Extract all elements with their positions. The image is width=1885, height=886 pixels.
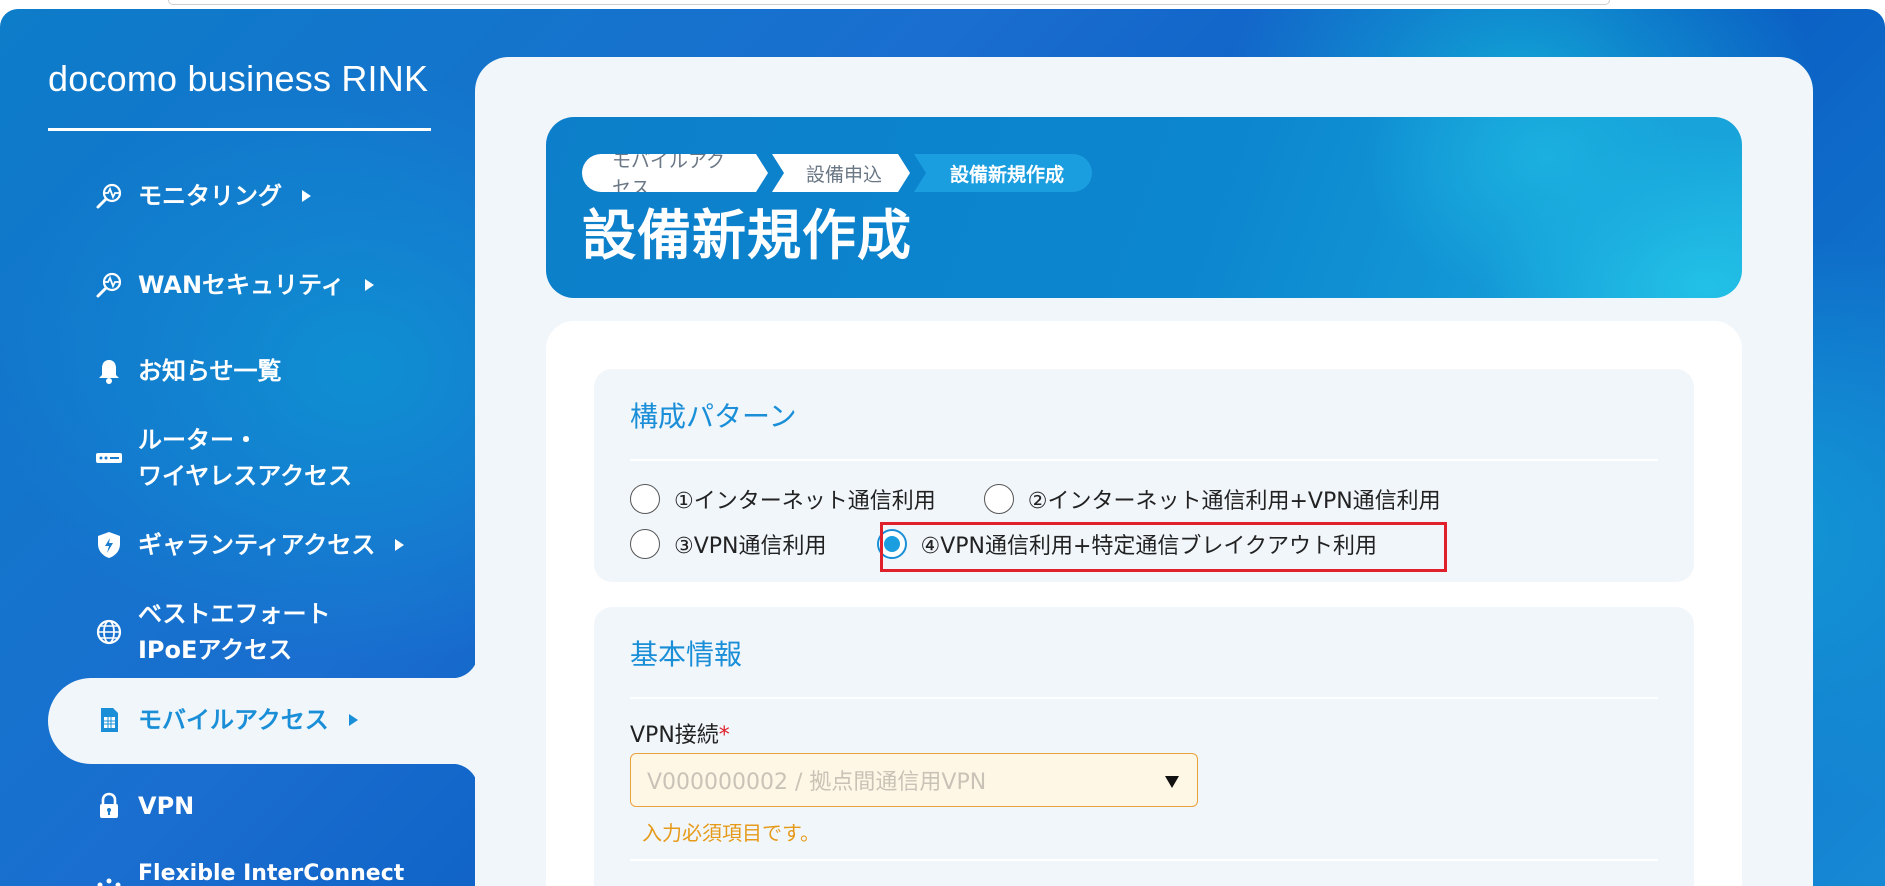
breadcrumb-current: 設備新規作成 — [914, 154, 1092, 192]
breadcrumb-label: 設備申込 — [805, 163, 882, 186]
sidebar-item-label: Flexible InterConnect — [138, 861, 405, 886]
sidebar-item-label-group: ベストエフォート IPoEアクセス — [138, 596, 330, 668]
sidebar-item-label: ベストエフォート — [138, 600, 331, 628]
vpn-connection-select[interactable]: V000000002 / 拠点間通信用VPN — [630, 753, 1198, 807]
error-message: 入力必須項目です。 — [642, 821, 820, 845]
sidebar-item-label: ギャランティアクセス — [138, 531, 376, 559]
sidebar-item-wan-security[interactable]: WANセキュリティ — [94, 267, 374, 303]
breadcrumb-label: モバイルアクセス — [612, 150, 726, 199]
radio-button[interactable] — [983, 484, 1014, 514]
radio-internet-vpn[interactable]: ②インターネット通信利用+VPN通信利用 — [983, 483, 1441, 515]
breadcrumb: モバイルアクセス 設備申込 設備新規作成 — [582, 154, 1092, 192]
basic-info-section: 基本情報 VPN接続* V000000002 / 拠点間通信用VPN 入力必須項… — [594, 607, 1694, 886]
address-bar-edge — [168, 0, 1610, 5]
caret-right-icon — [364, 279, 374, 291]
dots-icon — [94, 859, 124, 886]
sidebar-item-notices[interactable]: お知らせ一覧 — [94, 353, 282, 389]
sim-card-icon — [94, 705, 124, 735]
browser-top-strip — [0, 0, 1885, 9]
monitoring-icon — [94, 181, 124, 211]
selection-highlight-box — [880, 522, 1447, 572]
sidebar-item-guaranteed-access[interactable]: ギャランティアクセス — [94, 527, 405, 563]
radio-vpn[interactable]: ③VPN通信利用 — [630, 528, 827, 560]
page-title: 設備新規作成 — [582, 204, 912, 267]
caret-right-icon — [348, 714, 358, 726]
section-title: 構成パターン — [630, 400, 797, 433]
select-placeholder: V000000002 / 拠点間通信用VPN — [647, 770, 987, 795]
breadcrumb-label: 設備新規作成 — [949, 163, 1064, 186]
page-header: モバイルアクセス 設備申込 設備新規作成 設備新規作成 — [546, 117, 1742, 298]
radio-row-1: ①インターネット通信利用 ②インターネット通信利用+VPN通信利用 — [630, 483, 1489, 515]
dropdown-arrow-icon — [1165, 776, 1179, 788]
breadcrumb-mobile-access[interactable]: モバイルアクセス — [582, 154, 768, 192]
sidebar-item-label: VPN — [138, 792, 195, 820]
sidebar-item-label: ワイヤレスアクセス — [138, 462, 353, 490]
sidebar-item-router[interactable]: ルーター・ ワイヤレスアクセス — [94, 422, 352, 494]
bell-icon — [94, 356, 124, 386]
radio-button[interactable] — [630, 484, 660, 514]
section-title: 基本情報 — [630, 638, 743, 671]
required-mark: * — [718, 723, 730, 748]
breadcrumb-equipment-application[interactable]: 設備申込 — [772, 154, 910, 192]
sidebar-item-label-group: ルーター・ ワイヤレスアクセス — [138, 422, 352, 494]
brand-logo: docomo business RINK — [48, 58, 429, 99]
sidebar-item-label: WANセキュリティ — [138, 271, 345, 299]
sidebar-item-label: ルーター・ — [138, 426, 258, 454]
radio-internet[interactable]: ①インターネット通信利用 — [630, 483, 936, 515]
field-label-text: VPN接続 — [630, 723, 719, 748]
vpn-connection-label: VPN接続* — [630, 717, 730, 749]
sidebar-item-label: IPoEアクセス — [138, 636, 293, 664]
globe-icon — [94, 617, 124, 647]
sidebar-item-label: モニタリング — [138, 182, 282, 210]
radio-label: ①インターネット通信利用 — [674, 489, 936, 514]
wan-security-icon — [94, 270, 124, 300]
radio-label: ③VPN通信利用 — [674, 534, 827, 559]
brand-underline — [48, 128, 431, 131]
section-divider — [630, 459, 1658, 461]
radio-button[interactable] — [630, 529, 660, 559]
caret-right-icon — [302, 190, 311, 202]
sidebar-item-monitoring[interactable]: モニタリング — [94, 178, 311, 214]
sidebar-item-label: モバイルアクセス — [138, 706, 329, 734]
main-panel: モバイルアクセス 設備申込 設備新規作成 設備新規作成 構成パターン ①インター… — [475, 57, 1813, 886]
caret-right-icon — [395, 539, 405, 551]
radio-label: ②インターネット通信利用+VPN通信利用 — [1027, 489, 1441, 514]
section-divider — [630, 697, 1658, 699]
section-divider — [630, 859, 1658, 861]
sidebar-item-best-effort[interactable]: ベストエフォート IPoEアクセス — [94, 596, 330, 668]
sidebar-item-vpn[interactable]: VPN — [94, 788, 194, 824]
lock-icon — [94, 791, 124, 821]
sidebar-item-label: お知らせ一覧 — [138, 357, 282, 385]
router-icon — [94, 443, 124, 473]
sidebar-item-flexible-interconnect[interactable]: Flexible InterConnect — [94, 856, 404, 886]
shield-bolt-icon — [94, 530, 124, 560]
form-card: 構成パターン ①インターネット通信利用 ②インターネット通信利用+VPN通信利用… — [546, 321, 1742, 886]
sidebar-item-mobile-access[interactable]: モバイルアクセス — [94, 702, 358, 738]
